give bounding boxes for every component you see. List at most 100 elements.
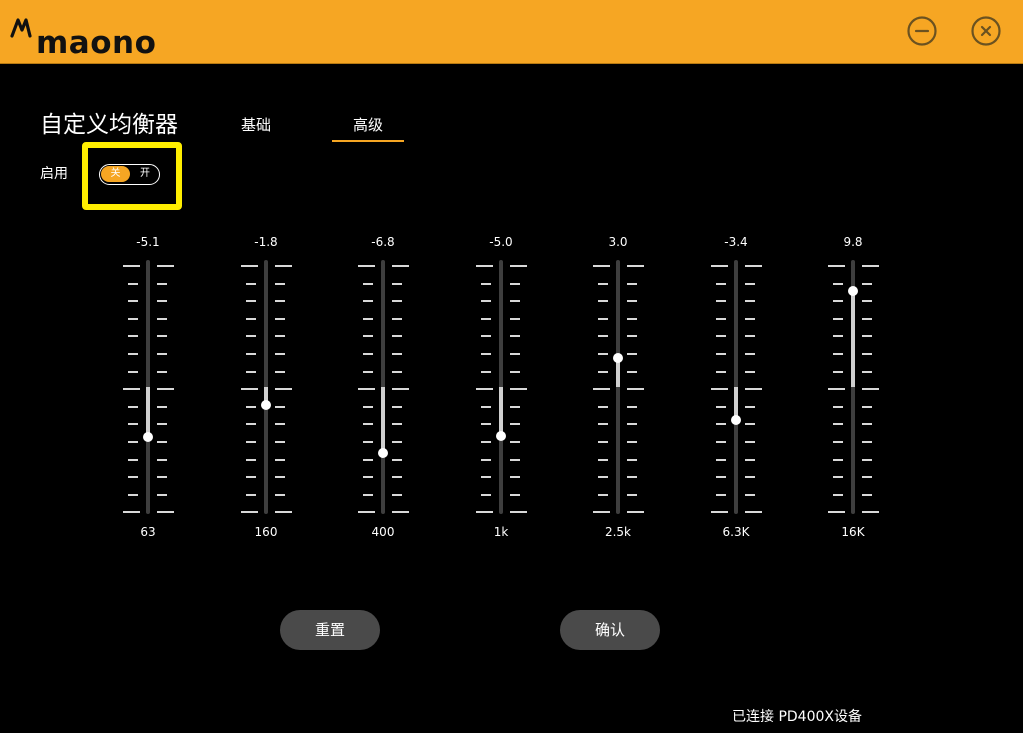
- close-button[interactable]: [970, 15, 1002, 47]
- eq-tick-mark: [745, 423, 755, 425]
- logo-text: maono: [36, 25, 157, 61]
- eq-band-frequency: 6.3K: [722, 525, 750, 539]
- eq-tick-mark: [392, 318, 402, 320]
- eq-band-frequency: 400: [371, 525, 395, 539]
- eq-tick-mark: [481, 494, 491, 496]
- eq-tick-mark: [246, 494, 256, 496]
- eq-tick-mark: [481, 441, 491, 443]
- eq-tick-mark: [862, 318, 872, 320]
- eq-tick-mark: [833, 423, 843, 425]
- eq-band: -3.4 6.3K: [701, 232, 771, 552]
- eq-slider-knob[interactable]: [378, 448, 388, 458]
- eq-tick-mark: [157, 388, 174, 390]
- enable-label: 启用: [40, 166, 68, 182]
- eq-band-value: 3.0: [608, 235, 628, 249]
- eq-slider-fill: [499, 387, 503, 436]
- eq-tick-mark: [157, 335, 167, 337]
- eq-band-value: -5.0: [489, 235, 513, 249]
- eq-tick-mark: [862, 459, 872, 461]
- eq-tick-mark: [481, 353, 491, 355]
- connection-status: 已连接 PD400X设备: [732, 709, 862, 725]
- eq-tick-mark: [392, 406, 402, 408]
- eq-tick-mark: [627, 441, 637, 443]
- eq-tick-mark: [246, 441, 256, 443]
- toggle-off-label: 关: [101, 166, 130, 182]
- logo-mark-icon: [10, 18, 32, 38]
- minimize-button[interactable]: [906, 15, 938, 47]
- eq-tick-mark: [392, 265, 409, 267]
- eq-tick-mark: [481, 423, 491, 425]
- eq-tick-mark: [157, 300, 167, 302]
- eq-tick-mark: [627, 511, 644, 513]
- eq-tick-mark: [833, 459, 843, 461]
- eq-tick-mark: [128, 283, 138, 285]
- eq-slider-knob[interactable]: [613, 353, 623, 363]
- eq-tick-mark: [745, 371, 755, 373]
- eq-tick-mark: [833, 476, 843, 478]
- eq-tick-mark: [392, 494, 402, 496]
- eq-tick-mark: [275, 511, 292, 513]
- eq-tick-mark: [510, 265, 527, 267]
- eq-tick-mark: [862, 441, 872, 443]
- eq-band: 9.8 16K: [818, 232, 888, 552]
- eq-tick-mark: [862, 335, 872, 337]
- title-bar: maono: [0, 0, 1023, 64]
- eq-tick-mark: [833, 318, 843, 320]
- eq-tick-mark: [745, 388, 762, 390]
- eq-tick-mark: [392, 353, 402, 355]
- eq-tick-mark: [510, 353, 520, 355]
- eq-tick-mark: [833, 335, 843, 337]
- confirm-button[interactable]: 确认: [560, 610, 660, 650]
- eq-tick-mark: [598, 300, 608, 302]
- eq-slider-knob[interactable]: [848, 286, 858, 296]
- eq-tick-mark: [833, 441, 843, 443]
- eq-slider-knob[interactable]: [496, 431, 506, 441]
- eq-tick-mark: [392, 441, 402, 443]
- eq-tick-mark: [627, 459, 637, 461]
- eq-tick-mark: [627, 265, 644, 267]
- eq-tick-mark: [510, 406, 520, 408]
- eq-tick-mark: [392, 300, 402, 302]
- eq-tick-mark: [862, 283, 872, 285]
- eq-slider-knob[interactable]: [261, 400, 271, 410]
- eq-tick-mark: [745, 476, 755, 478]
- eq-tick-mark: [510, 441, 520, 443]
- eq-tick-mark: [246, 335, 256, 337]
- tab-advanced[interactable]: 高级: [332, 113, 404, 142]
- eq-tick-mark: [716, 406, 726, 408]
- eq-slider-knob[interactable]: [143, 432, 153, 442]
- eq-tick-mark: [128, 423, 138, 425]
- eq-tick-mark: [745, 406, 755, 408]
- eq-tick-mark: [716, 318, 726, 320]
- eq-tick-mark: [275, 406, 285, 408]
- eq-tick-mark: [275, 265, 292, 267]
- eq-tick-mark: [833, 353, 843, 355]
- reset-button[interactable]: 重置: [280, 610, 380, 650]
- eq-tick-mark: [510, 283, 520, 285]
- eq-tick-mark: [246, 406, 256, 408]
- eq-tick-mark: [598, 335, 608, 337]
- eq-tick-mark: [862, 371, 872, 373]
- eq-tick-mark: [598, 494, 608, 496]
- eq-tick-mark: [862, 353, 872, 355]
- eq-tick-mark: [627, 335, 637, 337]
- eq-tick-mark: [745, 353, 755, 355]
- eq-slider-track[interactable]: [616, 260, 620, 514]
- eq-tick-mark: [275, 459, 285, 461]
- eq-tick-mark: [862, 511, 879, 513]
- toggle-on-label: 开: [140, 168, 150, 179]
- eq-tick-mark: [246, 423, 256, 425]
- eq-tick-mark: [862, 476, 872, 478]
- eq-tick-mark: [862, 494, 872, 496]
- eq-tick-mark: [476, 265, 493, 267]
- enable-toggle[interactable]: 关 开: [99, 164, 160, 185]
- eq-band-frequency: 63: [140, 525, 156, 539]
- eq-tick-mark: [481, 300, 491, 302]
- eq-tick-mark: [128, 335, 138, 337]
- eq-tick-mark: [862, 300, 872, 302]
- eq-tick-mark: [711, 511, 728, 513]
- eq-tick-mark: [363, 300, 373, 302]
- eq-slider-knob[interactable]: [731, 415, 741, 425]
- eq-band: -6.8 400: [348, 232, 418, 552]
- tab-basic[interactable]: 基础: [232, 113, 280, 137]
